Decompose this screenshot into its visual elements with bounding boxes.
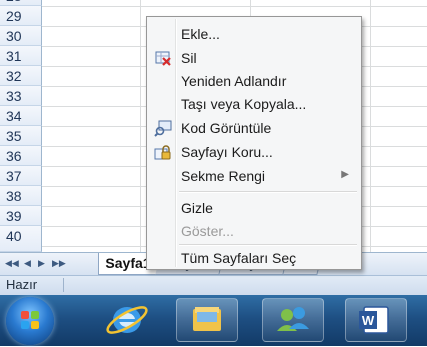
menu-separator: [179, 191, 357, 193]
menu-item-label: Sayfayı Koru...: [181, 144, 273, 160]
row-header[interactable]: 30: [0, 26, 42, 46]
row-header[interactable]: 35: [0, 126, 42, 146]
first-sheet-button[interactable]: ◀◀: [5, 258, 19, 269]
row-header[interactable]: 39: [0, 206, 42, 226]
menu-item-label: Yeniden Adlandır: [181, 73, 287, 89]
windows-taskbar: W: [0, 295, 427, 346]
menu-item-label: Gizle: [181, 200, 213, 216]
menu-item-unhide: Göster...: [149, 220, 359, 242]
row-header[interactable]: 31: [0, 46, 42, 66]
menu-item-label: Sekme Rengi: [181, 168, 266, 184]
menu-item-hide[interactable]: Gizle: [149, 197, 359, 219]
row-header[interactable]: 33: [0, 86, 42, 106]
sheet-tab-context-menu: Ekle... Sil Yeniden Adlandır Taşı veya K…: [146, 16, 362, 270]
internet-explorer-button[interactable]: [96, 298, 158, 342]
menu-item-move-or-copy[interactable]: Taşı veya Kopyala...: [149, 93, 359, 115]
internet-explorer-icon: [96, 306, 158, 346]
file-explorer-icon: [177, 307, 237, 345]
menu-item-label: Sil: [181, 50, 197, 66]
delete-sheet-icon: [154, 49, 172, 67]
prev-sheet-button[interactable]: ◀: [24, 258, 31, 269]
windows-logo-icon: [21, 311, 39, 329]
row-header[interactable]: 36: [0, 146, 42, 166]
people-icon: [263, 307, 323, 345]
menu-item-label: Tüm Sayfaları Seç: [181, 250, 297, 266]
status-divider: [63, 278, 64, 292]
row-header[interactable]: 37: [0, 166, 42, 186]
grid-line: [370, 0, 371, 252]
menu-item-rename[interactable]: Yeniden Adlandır: [149, 70, 359, 92]
grid-line: [140, 0, 141, 252]
menu-item-delete[interactable]: Sil: [149, 47, 359, 69]
row-header[interactable]: 40: [0, 226, 42, 252]
protect-sheet-icon: [154, 143, 172, 161]
menu-item-label: Ekle...: [181, 26, 220, 42]
menu-item-view-code[interactable]: Kod Görüntüle: [149, 117, 359, 139]
menu-separator: [179, 244, 357, 246]
status-bar: Hazır: [0, 275, 427, 295]
last-sheet-button[interactable]: ▶▶: [52, 258, 66, 269]
word-button[interactable]: W: [345, 298, 407, 342]
menu-item-protect-sheet[interactable]: Sayfayı Koru...: [149, 141, 359, 163]
word-icon: W: [346, 306, 406, 345]
view-code-icon: [154, 119, 172, 137]
row-header[interactable]: 29: [0, 6, 42, 26]
menu-item-label: Göster...: [181, 223, 234, 239]
menu-item-tab-color[interactable]: Sekme Rengi ▶: [149, 165, 359, 187]
row-header[interactable]: 34: [0, 106, 42, 126]
row-header[interactable]: 32: [0, 66, 42, 86]
people-button[interactable]: [262, 298, 324, 342]
menu-item-select-all-sheets[interactable]: Tüm Sayfaları Seç: [149, 247, 359, 269]
next-sheet-button[interactable]: ▶: [38, 258, 45, 269]
menu-item-insert[interactable]: Ekle...: [149, 23, 359, 45]
row-header[interactable]: 38: [0, 186, 42, 206]
svg-text:W: W: [362, 313, 375, 328]
menu-item-label: Taşı veya Kopyala...: [181, 96, 307, 112]
menu-item-label: Kod Görüntüle: [181, 120, 272, 136]
submenu-arrow-icon: ▶: [341, 169, 349, 180]
status-text: Hazır: [6, 277, 38, 292]
file-explorer-button[interactable]: [176, 298, 238, 342]
windows-start-orb[interactable]: [6, 297, 54, 345]
